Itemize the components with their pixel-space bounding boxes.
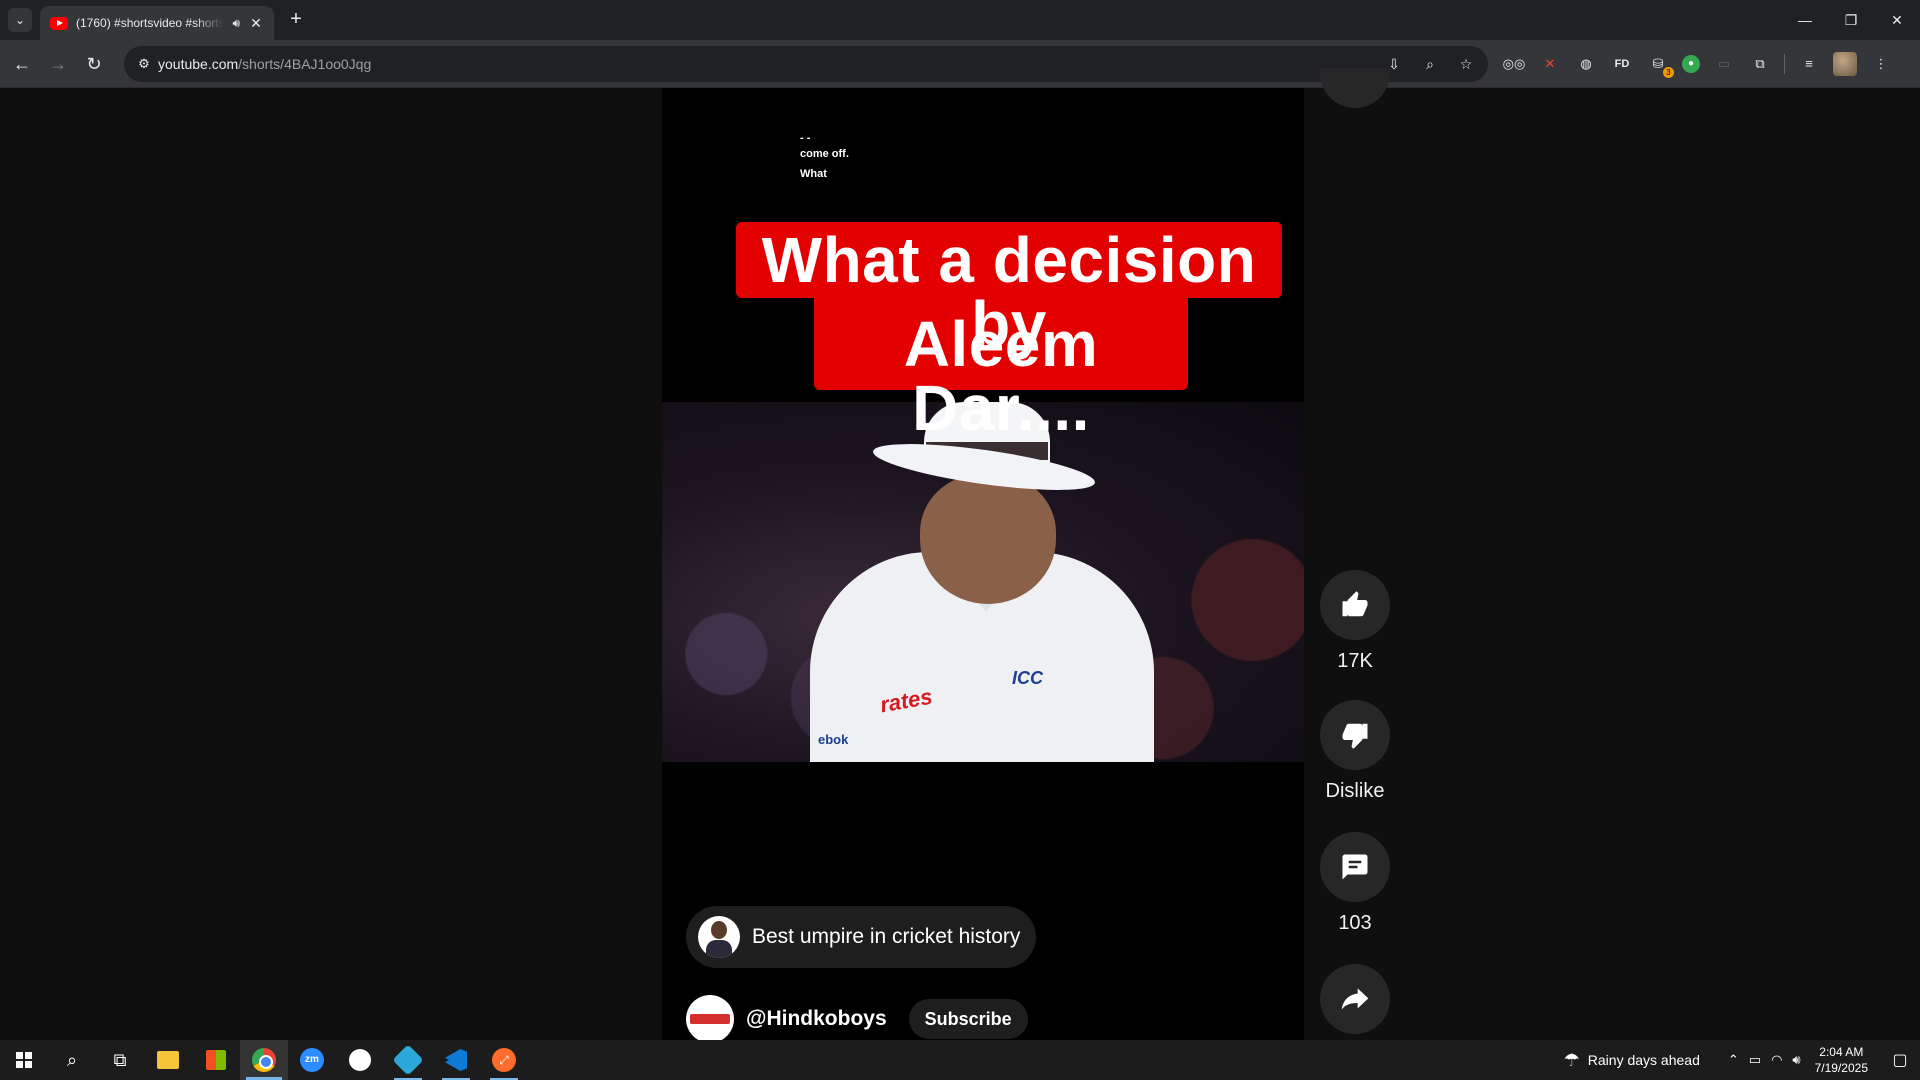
start-button[interactable] (0, 1040, 48, 1080)
plus-icon[interactable]: + (284, 8, 308, 32)
subscribe-button[interactable]: Subscribe (908, 999, 1028, 1039)
x-extension-icon[interactable]: ✕ (1538, 52, 1562, 76)
video-caption-line: - - (800, 132, 811, 144)
close-window-button[interactable]: ✕ (1874, 0, 1920, 40)
task-view-icon[interactable]: ⧉ (96, 1040, 144, 1080)
store-icon[interactable] (192, 1040, 240, 1080)
video-caption-line: What (800, 168, 827, 180)
youtube-favicon-icon (50, 16, 68, 30)
glasses-extension-icon[interactable]: ◎◎ (1502, 52, 1526, 76)
comment-count: 103 (1338, 912, 1372, 934)
channel-name[interactable]: @Hindkoboys (746, 1007, 887, 1031)
dislike-button[interactable] (1320, 700, 1390, 770)
extension-bar: ◎◎ ✕ ◍ FD ⛁ ● ▭ ⧉ ≡ ⋮ (1502, 52, 1893, 78)
zoom-icon[interactable]: ⌕ (1420, 54, 1440, 74)
close-icon[interactable]: ✕ (248, 15, 264, 32)
badge-extension-icon[interactable]: ⛁ (1646, 52, 1674, 78)
site-info-icon[interactable]: ⚙ (134, 54, 154, 74)
vscode-icon[interactable] (432, 1040, 480, 1080)
share-button[interactable] (1320, 964, 1390, 1034)
star-icon[interactable]: ☆ (1456, 54, 1476, 74)
battery-icon[interactable]: ▭ (1749, 1052, 1761, 1068)
video-title-pill[interactable]: Best umpire in cricket history (686, 906, 1037, 968)
reload-icon[interactable]: ↻ (82, 52, 106, 76)
omnibox-icons: ⇩ ⌕ ☆ (1384, 54, 1476, 74)
globe-extension-icon[interactable]: ◍ (1574, 52, 1598, 76)
notification-icon[interactable]: ▢ (1880, 1040, 1920, 1080)
short-video-player[interactable]: - - come off. What ICC rates ebok Aleem … (662, 88, 1304, 1040)
menu-icon[interactable]: ⋮ (1869, 52, 1893, 76)
previous-action-button[interactable] (1320, 68, 1390, 108)
tab-youtube-shorts[interactable]: (1760) #shortsvideo #shorts 🔊︎ ✕ (40, 6, 274, 40)
weather-text: Rainy days ahead (1587, 1052, 1700, 1068)
umbrella-icon: ☂ (1563, 1049, 1580, 1070)
forward-icon[interactable]: → (46, 52, 70, 76)
clock-date: 7/19/2025 (1814, 1061, 1868, 1075)
windows-taskbar: ⌕ ⧉ zm ⤢ ☂ Rainy days ahead ⌃ ▭ ◠ 🔊︎ 2:0… (0, 1040, 1920, 1080)
audio-icon[interactable]: 🔊︎ (232, 16, 240, 31)
channel-avatar[interactable] (686, 995, 734, 1043)
search-icon[interactable]: ⌕ (48, 1040, 96, 1080)
chrome-icon[interactable] (240, 1040, 288, 1080)
channel-row: @Hindkoboys Subscribe (686, 994, 1028, 1044)
tray-icons: ⌃ ▭ ◠ 🔊︎ (1728, 1052, 1801, 1068)
like-icon (1342, 591, 1368, 617)
dim-extension-icon[interactable]: ▭ (1712, 52, 1736, 76)
green-extension-icon[interactable]: ● (1682, 55, 1700, 73)
url-text[interactable]: youtube.com/shorts/4BAJ1oo0Jqg (158, 56, 371, 72)
wifi-icon[interactable]: ◠ (1771, 1052, 1782, 1068)
video-caption-line: come off. (800, 148, 849, 160)
extensions-icon[interactable]: ⧉ (1748, 52, 1772, 76)
spark-app-icon[interactable] (336, 1040, 384, 1080)
windows-icon (16, 1052, 32, 1068)
like-count: 17K (1337, 650, 1373, 672)
shirt-logo-icc: ICC (1012, 668, 1043, 688)
video-banner-line-1: What a decision by (736, 222, 1282, 356)
tab-search-icon[interactable]: ⌄ (8, 8, 32, 32)
back-icon[interactable]: ← (10, 52, 34, 76)
video-footage: ICC rates ebok (662, 402, 1304, 762)
clock-time: 2:04 AM (1819, 1045, 1864, 1059)
comment-icon (1342, 854, 1368, 880)
dislike-action: Dislike (1320, 700, 1390, 803)
taskbar-clock[interactable]: 2:04 AM 7/19/2025 (1815, 1044, 1868, 1076)
share-icon (1341, 988, 1369, 1010)
comment-action: 103 (1320, 832, 1390, 935)
comment-button[interactable] (1320, 832, 1390, 902)
volume-icon[interactable]: 🔊︎ (1792, 1052, 1800, 1068)
address-bar[interactable]: ⚙ youtube.com/shorts/4BAJ1oo0Jqg ⇩ ⌕ ☆ (124, 46, 1488, 82)
restore-button[interactable]: ❐ (1828, 0, 1874, 40)
window-controls: — ❐ ✕ (1782, 0, 1920, 40)
shirt-logo-brand: ebok (818, 732, 849, 747)
zoom-app-icon[interactable]: zm (288, 1040, 336, 1080)
system-tray: ☂ Rainy days ahead ⌃ ▭ ◠ 🔊︎ 2:04 AM 7/19… (1564, 1040, 1920, 1080)
chevron-up-icon[interactable]: ⌃ (1728, 1052, 1739, 1068)
minimize-button[interactable]: — (1782, 0, 1828, 40)
atom-app-icon[interactable] (384, 1040, 432, 1080)
shorts-page: - - come off. What ICC rates ebok Aleem … (0, 68, 1920, 1043)
umpire-face (920, 474, 1056, 604)
like-action: 17K (1320, 570, 1390, 673)
fd-extension-icon[interactable]: FD (1610, 52, 1634, 76)
toolbar-divider (1784, 54, 1785, 74)
tab-title: (1760) #shortsvideo #shorts (76, 16, 225, 30)
dislike-icon (1342, 723, 1368, 749)
video-title[interactable]: Best umpire in cricket history (752, 925, 1020, 949)
title-avatar (698, 916, 740, 958)
media-control-icon[interactable]: ≡ (1797, 52, 1821, 76)
weather-widget[interactable]: ☂ Rainy days ahead (1564, 1050, 1700, 1071)
profile-avatar[interactable] (1833, 52, 1857, 76)
taskbar-apps: ⌕ ⧉ zm ⤢ (0, 1040, 528, 1080)
file-explorer-icon[interactable] (144, 1040, 192, 1080)
browser-titlebar: ⌄ (1760) #shortsvideo #shorts 🔊︎ ✕ + — ❐… (0, 0, 1920, 40)
dislike-label: Dislike (1325, 780, 1385, 802)
like-button[interactable] (1320, 570, 1390, 640)
postman-icon[interactable]: ⤢ (480, 1040, 528, 1080)
browser-toolbar: ← → ↻ ⚙ youtube.com/shorts/4BAJ1oo0Jqg ⇩… (0, 40, 1920, 88)
share-action (1320, 964, 1390, 1034)
